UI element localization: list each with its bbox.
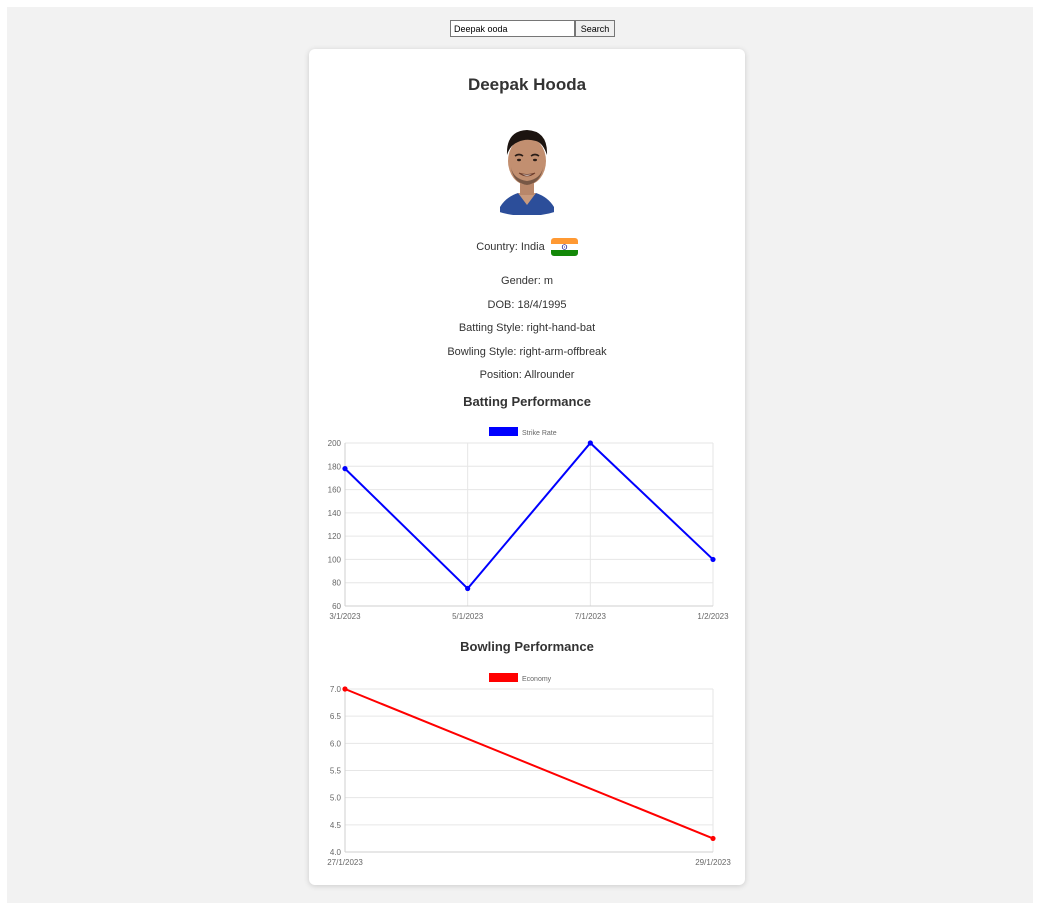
y-tick-label: 4.0 xyxy=(330,848,342,857)
dob-text: DOB: 18/4/1995 xyxy=(487,299,567,311)
legend-swatch xyxy=(489,427,518,436)
bowling-performance-chart: Economy 4.0 4.5 5.0 5.5 6.0 6.5 7.0 27/1/2023 29/… xyxy=(327,673,731,867)
x-tick-label: 29/1/2023 xyxy=(695,858,731,867)
y-tick-label: 7.0 xyxy=(330,685,342,694)
y-tick-label: 60 xyxy=(332,602,341,611)
y-tick-label: 6.5 xyxy=(330,712,342,721)
player-name: Deepak Hooda xyxy=(467,75,587,94)
y-tick-label: 180 xyxy=(328,462,342,471)
page-background: Search Deepak Hooda Co xyxy=(7,7,1033,903)
y-tick-label: 5.0 xyxy=(330,794,342,803)
player-card: Deepak Hooda Country: India Gender: m DO… xyxy=(309,49,745,885)
x-tick-label: 7/1/2023 xyxy=(575,612,607,621)
legend-swatch xyxy=(489,673,518,682)
bowling-chart-title: Bowling Performance xyxy=(460,639,594,654)
x-tick-label: 27/1/2023 xyxy=(327,858,363,867)
data-point xyxy=(710,556,716,563)
x-tick-label: 1/2/2023 xyxy=(697,612,729,621)
y-tick-label: 200 xyxy=(328,439,342,448)
y-tick-label: 140 xyxy=(328,509,342,518)
bowling-style-text: Bowling Style: right-arm-offbreak xyxy=(447,346,607,358)
y-tick-label: 160 xyxy=(328,486,342,495)
search-input[interactable] xyxy=(450,20,575,37)
data-point xyxy=(465,585,471,592)
position-text: Position: Allrounder xyxy=(479,369,575,381)
y-tick-label: 5.5 xyxy=(330,767,342,776)
batting-performance-chart: Strike Rate 60 80 100 120 140 160 180 200 3/1/202… xyxy=(328,427,729,621)
data-point xyxy=(342,466,348,472)
gender-text: Gender: m xyxy=(501,275,553,287)
y-tick-label: 120 xyxy=(328,532,342,541)
data-point xyxy=(342,686,348,692)
batting-style-text: Batting Style: right-hand-bat xyxy=(458,322,596,334)
india-flag-icon xyxy=(550,238,578,257)
data-point xyxy=(587,440,593,446)
y-tick-label: 6.0 xyxy=(330,739,342,748)
legend-label: Economy xyxy=(522,676,552,683)
country-text: Country: India xyxy=(476,241,545,253)
x-tick-label: 5/1/2023 xyxy=(452,612,484,621)
batting-chart-title: Batting Performance xyxy=(463,394,591,409)
legend-label: Strike Rate xyxy=(522,430,557,437)
search-bar: Search xyxy=(450,20,615,37)
y-tick-label: 4.5 xyxy=(330,821,342,830)
series-line xyxy=(344,688,714,840)
country-row: Country: India xyxy=(309,238,745,257)
data-point xyxy=(710,835,716,842)
x-tick-label: 3/1/2023 xyxy=(329,612,361,621)
search-button[interactable]: Search xyxy=(575,20,615,37)
series-line xyxy=(344,441,714,591)
player-photo xyxy=(496,130,558,215)
y-tick-label: 100 xyxy=(328,555,342,564)
y-tick-label: 80 xyxy=(332,579,341,588)
